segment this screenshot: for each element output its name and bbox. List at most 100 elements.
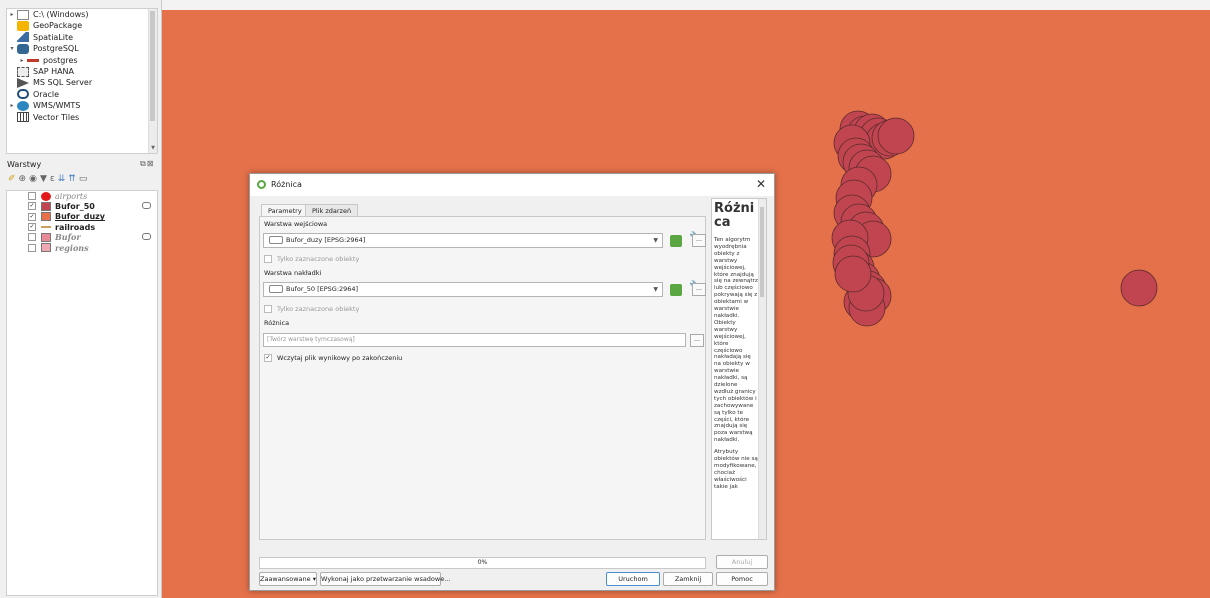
layer-name: airports — [55, 191, 88, 201]
cancel-button[interactable]: Anuluj — [716, 555, 768, 569]
progress-bar: 0% — [259, 557, 706, 569]
chevron-right-icon[interactable]: ▸ — [7, 100, 17, 111]
difference-dialog: Różnica ✕ Parametry Plik zdarzeń Warstwa… — [249, 173, 775, 591]
style-manager-icon[interactable]: ✐ — [8, 174, 19, 184]
layer-checkbox[interactable] — [28, 233, 36, 242]
iterate-icon[interactable] — [670, 284, 682, 296]
batch-process-button[interactable]: Wykonaj jako przetwarzanie wsadowe... — [320, 572, 450, 586]
dialog-title: Różnica — [271, 180, 302, 189]
advanced-button[interactable]: Zaawansowane ▾ — [259, 572, 317, 586]
checkbox-checked[interactable]: ✓ — [264, 354, 272, 362]
input-browse-button[interactable]: … — [692, 234, 706, 247]
parameters-panel: Warstwa wejściowa Bufor_duzy [EPSG:2964]… — [259, 216, 706, 540]
polygon-layer-icon — [269, 285, 283, 293]
collapse-all-icon[interactable]: ⇈ — [68, 174, 79, 184]
checkbox-box[interactable] — [264, 255, 272, 263]
tab-log[interactable]: Plik zdarzeń — [305, 204, 359, 216]
expand-all-icon[interactable]: ⇊ — [58, 174, 69, 184]
vector-tiles-icon — [17, 112, 29, 123]
overlay-layer-combo[interactable]: Bufor_50 [EPSG:2964] ▼ — [263, 282, 663, 297]
filter-icon[interactable]: ▼ — [40, 174, 50, 184]
browser-item[interactable]: SAP HANA — [7, 66, 157, 77]
overlay-selected-only-checkbox[interactable]: Tylko zaznaczone obiekty — [264, 305, 359, 313]
line-symbol-icon — [41, 226, 51, 229]
browser-item-label: Vector Tiles — [33, 112, 80, 122]
help-title: Różnica — [714, 201, 755, 230]
checkbox-box[interactable] — [264, 305, 272, 313]
dialog-titlebar[interactable]: Różnica ✕ — [250, 174, 774, 196]
fill-symbol-icon — [41, 232, 51, 242]
browser-item[interactable]: SpatiaLite — [7, 32, 157, 43]
add-group-icon[interactable]: ⊕ — [19, 174, 30, 184]
filter-indicator-icon[interactable] — [142, 233, 151, 241]
layer-item[interactable]: ✓ railroads — [7, 222, 157, 232]
buffer-feature — [834, 255, 872, 293]
fill-symbol-icon — [41, 243, 51, 253]
expression-filter-icon[interactable]: ε — [50, 174, 58, 184]
left-panel: ▸ C:\ (Windows) GeoPackage SpatiaLite ▾ Postg… — [0, 0, 162, 598]
layer-checkbox-checked[interactable]: ✓ — [28, 223, 36, 232]
visibility-icon[interactable]: ◉ — [29, 174, 40, 184]
layer-checkbox[interactable] — [28, 192, 36, 201]
run-button[interactable]: Uruchom — [606, 572, 660, 586]
browser-item-label: MS SQL Server — [33, 78, 93, 88]
help-text: Ten algorytm wyodrębnia obiekty z warstw… — [714, 237, 758, 496]
connection-icon — [27, 58, 39, 62]
help-scroll-thumb[interactable] — [760, 207, 764, 297]
overlay-layer-value: Bufor_50 [EPSG:2964] — [286, 285, 359, 293]
layer-checkbox-checked[interactable]: ✓ — [28, 212, 36, 221]
mssql-icon — [17, 78, 29, 89]
layer-item[interactable]: regions — [7, 242, 157, 253]
buffer-feature — [877, 117, 915, 155]
output-browse-button[interactable]: … — [690, 334, 704, 347]
layer-item[interactable]: ✓ Bufor_50 — [7, 201, 157, 211]
folder-icon — [17, 9, 29, 20]
float-panel-icon[interactable]: ⧉ — [140, 159, 147, 168]
input-selected-only-checkbox[interactable]: Tylko zaznaczone obiekty — [264, 255, 359, 263]
help-paragraph: Ten algorytm wyodrębnia obiekty z warstw… — [714, 237, 758, 444]
layer-checkbox[interactable] — [28, 243, 36, 252]
chevron-down-icon[interactable]: ▾ — [7, 43, 17, 54]
browser-item-label: postgres — [43, 55, 78, 65]
help-button[interactable]: Pomoc — [716, 572, 768, 586]
layer-checkbox-checked[interactable]: ✓ — [28, 202, 36, 211]
input-layer-label: Warstwa wejściowa — [264, 220, 328, 228]
filter-indicator-icon[interactable] — [142, 202, 151, 210]
help-panel: Różnica Ten algorytm wyodrębnia obiekty … — [711, 198, 767, 540]
chevron-right-icon[interactable]: ▸ — [17, 55, 27, 66]
browser-item[interactable]: ▸ C:\ (Windows) — [7, 9, 157, 20]
remove-layer-icon[interactable]: ▭ — [79, 174, 91, 184]
browser-item-label: PostgreSQL — [33, 44, 79, 54]
output-field[interactable]: [Twórz warstwę tymczasową] — [263, 333, 686, 347]
browser-item[interactable]: ▾ PostgreSQL — [7, 43, 157, 54]
fill-symbol-icon — [41, 212, 51, 222]
layers-list: airports ✓ Bufor_50 ✓ Bufor_duzy ✓ railroads Bu… — [6, 190, 158, 596]
overlay-browse-button[interactable]: … — [692, 283, 706, 296]
browser-item[interactable]: Vector Tiles — [7, 112, 157, 123]
chevron-right-icon[interactable]: ▸ — [7, 9, 17, 20]
layer-item[interactable]: ✓ Bufor_duzy — [7, 212, 157, 222]
close-icon[interactable]: ✕ — [754, 176, 768, 192]
layer-name: Bufor_duzy — [55, 212, 106, 222]
close-button[interactable]: Zamknij — [663, 572, 713, 586]
input-layer-combo[interactable]: Bufor_duzy [EPSG:2964] ▼ — [263, 233, 663, 248]
browser-scroll-thumb[interactable] — [150, 11, 155, 121]
scroll-down-icon[interactable]: ▼ — [149, 145, 157, 153]
iterate-icon[interactable] — [670, 235, 682, 247]
browser-item[interactable]: Oracle — [7, 89, 157, 100]
browser-item[interactable]: GeoPackage — [7, 20, 157, 32]
layer-item[interactable]: airports — [7, 191, 157, 201]
open-output-checkbox[interactable]: ✓ Wczytaj plik wynikowy po zakończeniu — [264, 354, 402, 362]
browser-scrollbar[interactable]: ▼ — [148, 9, 157, 153]
layer-item[interactable]: Bufor — [7, 232, 157, 242]
progress-text: 0% — [477, 559, 488, 566]
close-panel-icon[interactable]: ⊠ — [147, 159, 155, 168]
postgresql-icon — [17, 43, 29, 54]
input-layer-value: Bufor_duzy [EPSG:2964] — [286, 236, 366, 244]
browser-item[interactable]: MS SQL Server — [7, 77, 157, 89]
browser-item[interactable]: ▸ WMS/WMTS — [7, 100, 157, 111]
help-scrollbar[interactable] — [758, 199, 766, 539]
panel-controls[interactable]: ⧉⊠ — [140, 159, 154, 169]
browser-item[interactable]: ▸ postgres — [7, 55, 157, 66]
geopackage-icon — [17, 21, 29, 32]
